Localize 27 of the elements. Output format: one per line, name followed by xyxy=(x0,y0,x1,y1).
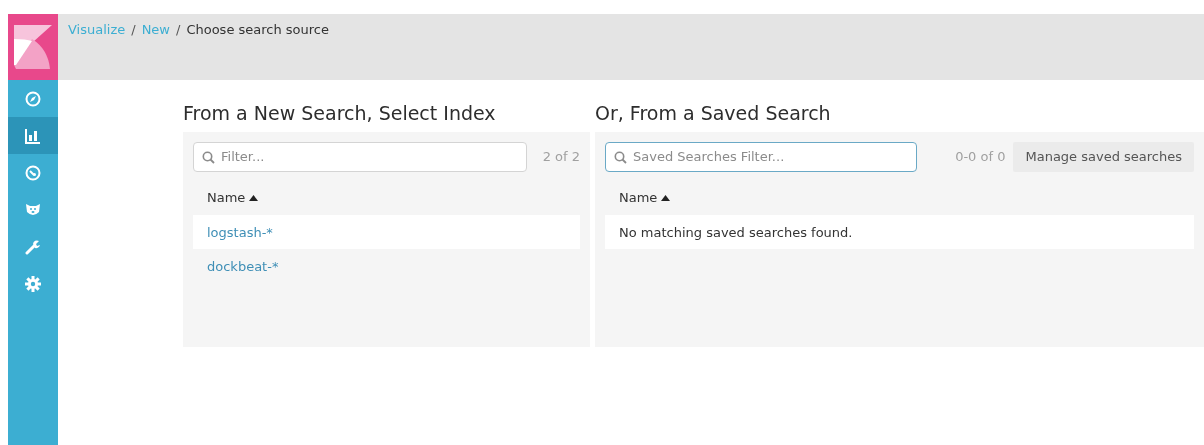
empty-message: No matching saved searches found. xyxy=(619,225,853,241)
index-row[interactable]: dockbeat-* xyxy=(193,249,580,284)
breadcrumb-current: Choose search source xyxy=(186,22,329,37)
sort-icon xyxy=(661,194,671,201)
wrench-icon xyxy=(25,238,41,255)
breadcrumb-link[interactable]: New xyxy=(141,22,170,37)
breadcrumb-separator: / xyxy=(131,22,136,37)
logo-icon xyxy=(8,14,58,80)
breadcrumb-separator: / xyxy=(176,22,181,37)
manage-button[interactable]: Manage saved searches xyxy=(1013,142,1194,172)
result-count: 0-0 of 0 xyxy=(955,148,1006,167)
bear-face-icon xyxy=(25,202,41,217)
column-header[interactable]: Name xyxy=(207,187,246,208)
compass-icon xyxy=(25,90,41,107)
section-heading: From a New Search, Select Index xyxy=(183,102,497,125)
breadcrumb-link[interactable]: Visualize xyxy=(68,22,126,37)
gauge-icon xyxy=(25,164,41,181)
settings-icon xyxy=(25,275,41,292)
section-heading: Or, From a Saved Search xyxy=(595,102,832,125)
column-header[interactable]: Name xyxy=(619,187,658,208)
sort-icon xyxy=(249,194,259,201)
index-row[interactable]: logstash-* xyxy=(193,215,580,250)
sidebar-item[interactable] xyxy=(8,117,58,154)
result-count: 2 of 2 xyxy=(542,148,580,167)
bar-chart-icon xyxy=(25,127,41,144)
filter-field[interactable]: Saved Searches Filter... xyxy=(605,141,917,172)
filter-field[interactable]: Filter... xyxy=(193,141,527,172)
